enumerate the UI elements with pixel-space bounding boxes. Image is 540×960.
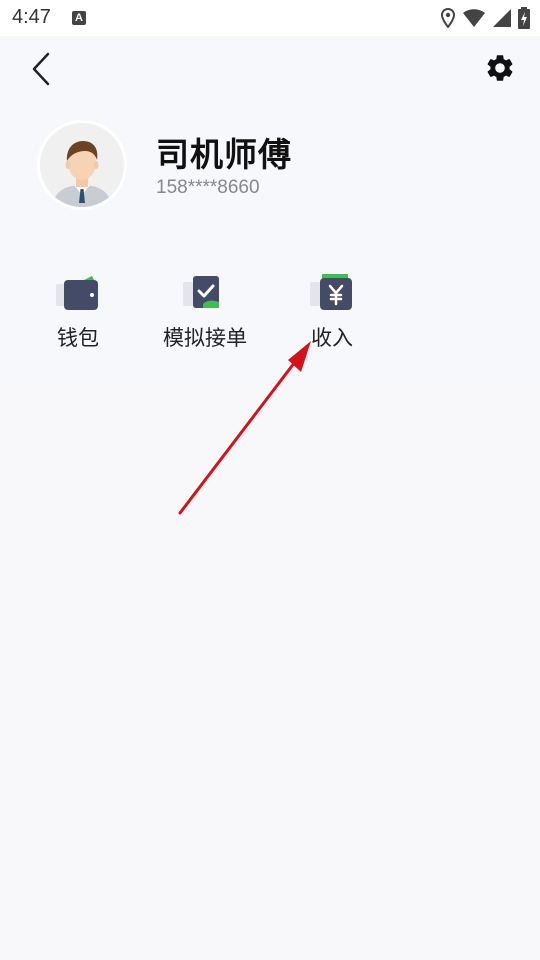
location-icon (440, 8, 456, 28)
mock-order-label: 模拟接单 (163, 326, 247, 350)
status-time: 4:47 (12, 6, 51, 28)
wallet-label: 钱包 (57, 326, 99, 350)
back-button[interactable] (26, 50, 58, 88)
status-bar: 4:47 A (0, 0, 540, 36)
battery-charging-icon (518, 7, 530, 29)
a-notification-icon: A (72, 11, 86, 25)
settings-button[interactable] (484, 52, 516, 84)
wallet-menu-item[interactable]: 钱包 (28, 270, 128, 352)
mock-order-icon (183, 276, 219, 308)
status-icons (440, 7, 530, 29)
gear-icon (487, 55, 513, 81)
driver-avatar (40, 123, 124, 207)
wifi-icon (463, 9, 485, 27)
user-phone: 158****8660 (156, 177, 260, 198)
chevron-left-icon (32, 52, 50, 86)
avatar[interactable] (37, 120, 127, 210)
wallet-icon (56, 276, 98, 310)
mock-order-menu-item[interactable]: 模拟接单 (155, 270, 255, 352)
income-menu-item[interactable]: 收入 (282, 270, 382, 352)
income-label: 收入 (311, 326, 353, 350)
income-icon (310, 274, 352, 310)
signal-icon (493, 9, 511, 27)
user-name: 司机师傅 (156, 135, 292, 174)
